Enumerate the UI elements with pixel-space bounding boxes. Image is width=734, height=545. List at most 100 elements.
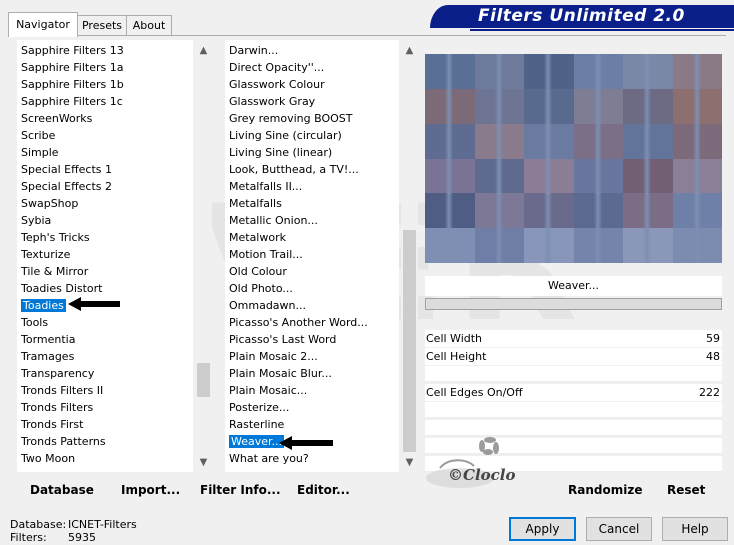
- scrollbar-thumb[interactable]: [403, 230, 416, 452]
- randomize-button[interactable]: Randomize: [568, 481, 642, 499]
- filters-count-value: 5935: [68, 531, 96, 544]
- list-item[interactable]: ScreenWorks: [21, 110, 92, 127]
- list-item[interactable]: Toadies Distort: [21, 280, 103, 297]
- list-item[interactable]: Simple: [21, 144, 59, 161]
- filter-info-button[interactable]: Filter Info...: [200, 481, 281, 499]
- list-item[interactable]: Living Sine (circular): [229, 127, 342, 144]
- list-item[interactable]: Glasswork Gray: [229, 93, 315, 110]
- list-item[interactable]: Texturize: [21, 246, 70, 263]
- tab-about[interactable]: About: [126, 15, 172, 36]
- list-item[interactable]: Ommadawn...: [229, 297, 306, 314]
- scrollbar-thumb[interactable]: [197, 363, 210, 397]
- list-item[interactable]: Special Effects 1: [21, 161, 112, 178]
- list-item[interactable]: What are you?: [229, 450, 309, 467]
- list-item-label: Teph's Tricks: [21, 231, 90, 244]
- list-item[interactable]: Teph's Tricks: [21, 229, 90, 246]
- list-item[interactable]: Two Moon: [21, 450, 75, 467]
- list-item[interactable]: Grey removing BOOST: [229, 110, 352, 127]
- list-item[interactable]: Special Effects 2: [21, 178, 112, 195]
- signature-text: ©Cloclo: [448, 466, 516, 484]
- preview-cell: [524, 123, 574, 159]
- list-item[interactable]: SwapShop: [21, 195, 78, 212]
- preview-row: [425, 193, 722, 229]
- preview-cell: [425, 228, 475, 263]
- list-item[interactable]: Tronds Filters: [21, 399, 93, 416]
- list-item[interactable]: Transparency: [21, 365, 94, 382]
- list-item[interactable]: Scribe: [21, 127, 55, 144]
- list-item[interactable]: Tormentia: [21, 331, 75, 348]
- import-button[interactable]: Import...: [121, 481, 180, 499]
- list-item-label: Tormentia: [21, 333, 76, 346]
- apply-button[interactable]: Apply: [509, 517, 576, 541]
- list-item[interactable]: Old Photo...: [229, 280, 293, 297]
- list-item[interactable]: Plain Mosaic...: [229, 382, 307, 399]
- list-item[interactable]: Metalfalls: [229, 195, 282, 212]
- list-item-label: Plain Mosaic...: [229, 384, 308, 397]
- list-item[interactable]: Direct Opacity''...: [229, 59, 324, 76]
- list-item[interactable]: Tile & Mirror: [21, 263, 88, 280]
- param-slot-empty[interactable]: [425, 366, 722, 382]
- editor-button[interactable]: Editor...: [297, 481, 350, 499]
- list-item[interactable]: Metallic Onion...: [229, 212, 318, 229]
- reset-button[interactable]: Reset: [667, 481, 705, 499]
- preview-cell: [623, 193, 673, 229]
- param-cell-width[interactable]: Cell Width 59: [425, 330, 722, 347]
- scroll-up-icon[interactable]: ▲: [401, 42, 418, 59]
- category-scrollbar[interactable]: ▲ ▼: [195, 40, 212, 472]
- list-item[interactable]: Tronds Patterns: [21, 433, 106, 450]
- database-button[interactable]: Database: [30, 481, 94, 499]
- list-item[interactable]: Living Sine (linear): [229, 144, 332, 161]
- list-item[interactable]: Tronds Filters II: [21, 382, 103, 399]
- param-cell-edges[interactable]: Cell Edges On/Off 222: [425, 384, 722, 401]
- list-item-label: Tile & Mirror: [21, 265, 89, 278]
- list-item[interactable]: Metalfalls II...: [229, 178, 302, 195]
- list-item[interactable]: Motion Trail...: [229, 246, 303, 263]
- scroll-up-icon[interactable]: ▲: [195, 42, 212, 59]
- list-item-label: What are you?: [229, 452, 309, 465]
- list-item[interactable]: Tools: [21, 314, 48, 331]
- list-item[interactable]: Toadies: [21, 297, 66, 314]
- list-item[interactable]: Sybia: [21, 212, 51, 229]
- list-item[interactable]: Rasterline: [229, 416, 284, 433]
- param-cell-height[interactable]: Cell Height 48: [425, 348, 722, 365]
- list-item[interactable]: Tronds First: [21, 416, 83, 433]
- scroll-down-icon[interactable]: ▼: [401, 454, 418, 471]
- preview-cell: [623, 123, 673, 159]
- filter-name-label: Weaver...: [425, 276, 722, 296]
- list-item-label: Texturize: [21, 248, 71, 261]
- list-item-label: Tronds First: [21, 418, 84, 431]
- list-item[interactable]: Darwin...: [229, 42, 278, 59]
- app-title-banner: Filters Unlimited 2.0: [430, 5, 734, 28]
- banner-underline: [470, 29, 734, 31]
- list-item[interactable]: Tramages: [21, 348, 74, 365]
- category-list[interactable]: Sapphire Filters 13 Sapphire Filters 1a Sa…: [17, 40, 193, 472]
- list-item[interactable]: Old Colour: [229, 263, 287, 280]
- list-item[interactable]: Sapphire Filters 1b: [21, 76, 124, 93]
- list-item[interactable]: Picasso's Another Word...: [229, 314, 368, 331]
- list-item[interactable]: Posterize...: [229, 399, 289, 416]
- preview-cell: [573, 123, 624, 159]
- list-item-label: Metalfalls II...: [229, 180, 303, 193]
- list-item-label: Toadies Distort: [21, 282, 103, 295]
- list-item[interactable]: Glasswork Colour: [229, 76, 325, 93]
- list-item[interactable]: Picasso's Last Word: [229, 331, 336, 348]
- filter-list[interactable]: Darwin... Direct Opacity''... Glasswork Co…: [225, 40, 399, 472]
- list-item[interactable]: Plain Mosaic Blur...: [229, 365, 332, 382]
- param-slot-empty[interactable]: [425, 402, 722, 418]
- scroll-down-icon[interactable]: ▼: [195, 454, 212, 471]
- list-item[interactable]: Plain Mosaic 2...: [229, 348, 318, 365]
- list-item[interactable]: Sapphire Filters 1c: [21, 93, 123, 110]
- list-item[interactable]: Sapphire Filters 13: [21, 42, 124, 59]
- help-button[interactable]: Help: [662, 517, 728, 541]
- list-item[interactable]: Metalwork: [229, 229, 286, 246]
- preview-cell: [524, 158, 574, 194]
- cancel-button[interactable]: Cancel: [586, 517, 652, 541]
- list-item[interactable]: Sapphire Filters 1a: [21, 59, 123, 76]
- tab-navigator[interactable]: Navigator: [8, 12, 78, 37]
- list-item[interactable]: Look, Butthead, a TV!...: [229, 161, 359, 178]
- filter-scrollbar[interactable]: ▲ ▼: [401, 40, 418, 472]
- tab-presets[interactable]: Presets: [76, 15, 128, 36]
- list-item-label: Living Sine (linear): [229, 146, 333, 159]
- list-item[interactable]: Weaver...: [229, 433, 285, 450]
- preview-cell: [524, 193, 574, 229]
